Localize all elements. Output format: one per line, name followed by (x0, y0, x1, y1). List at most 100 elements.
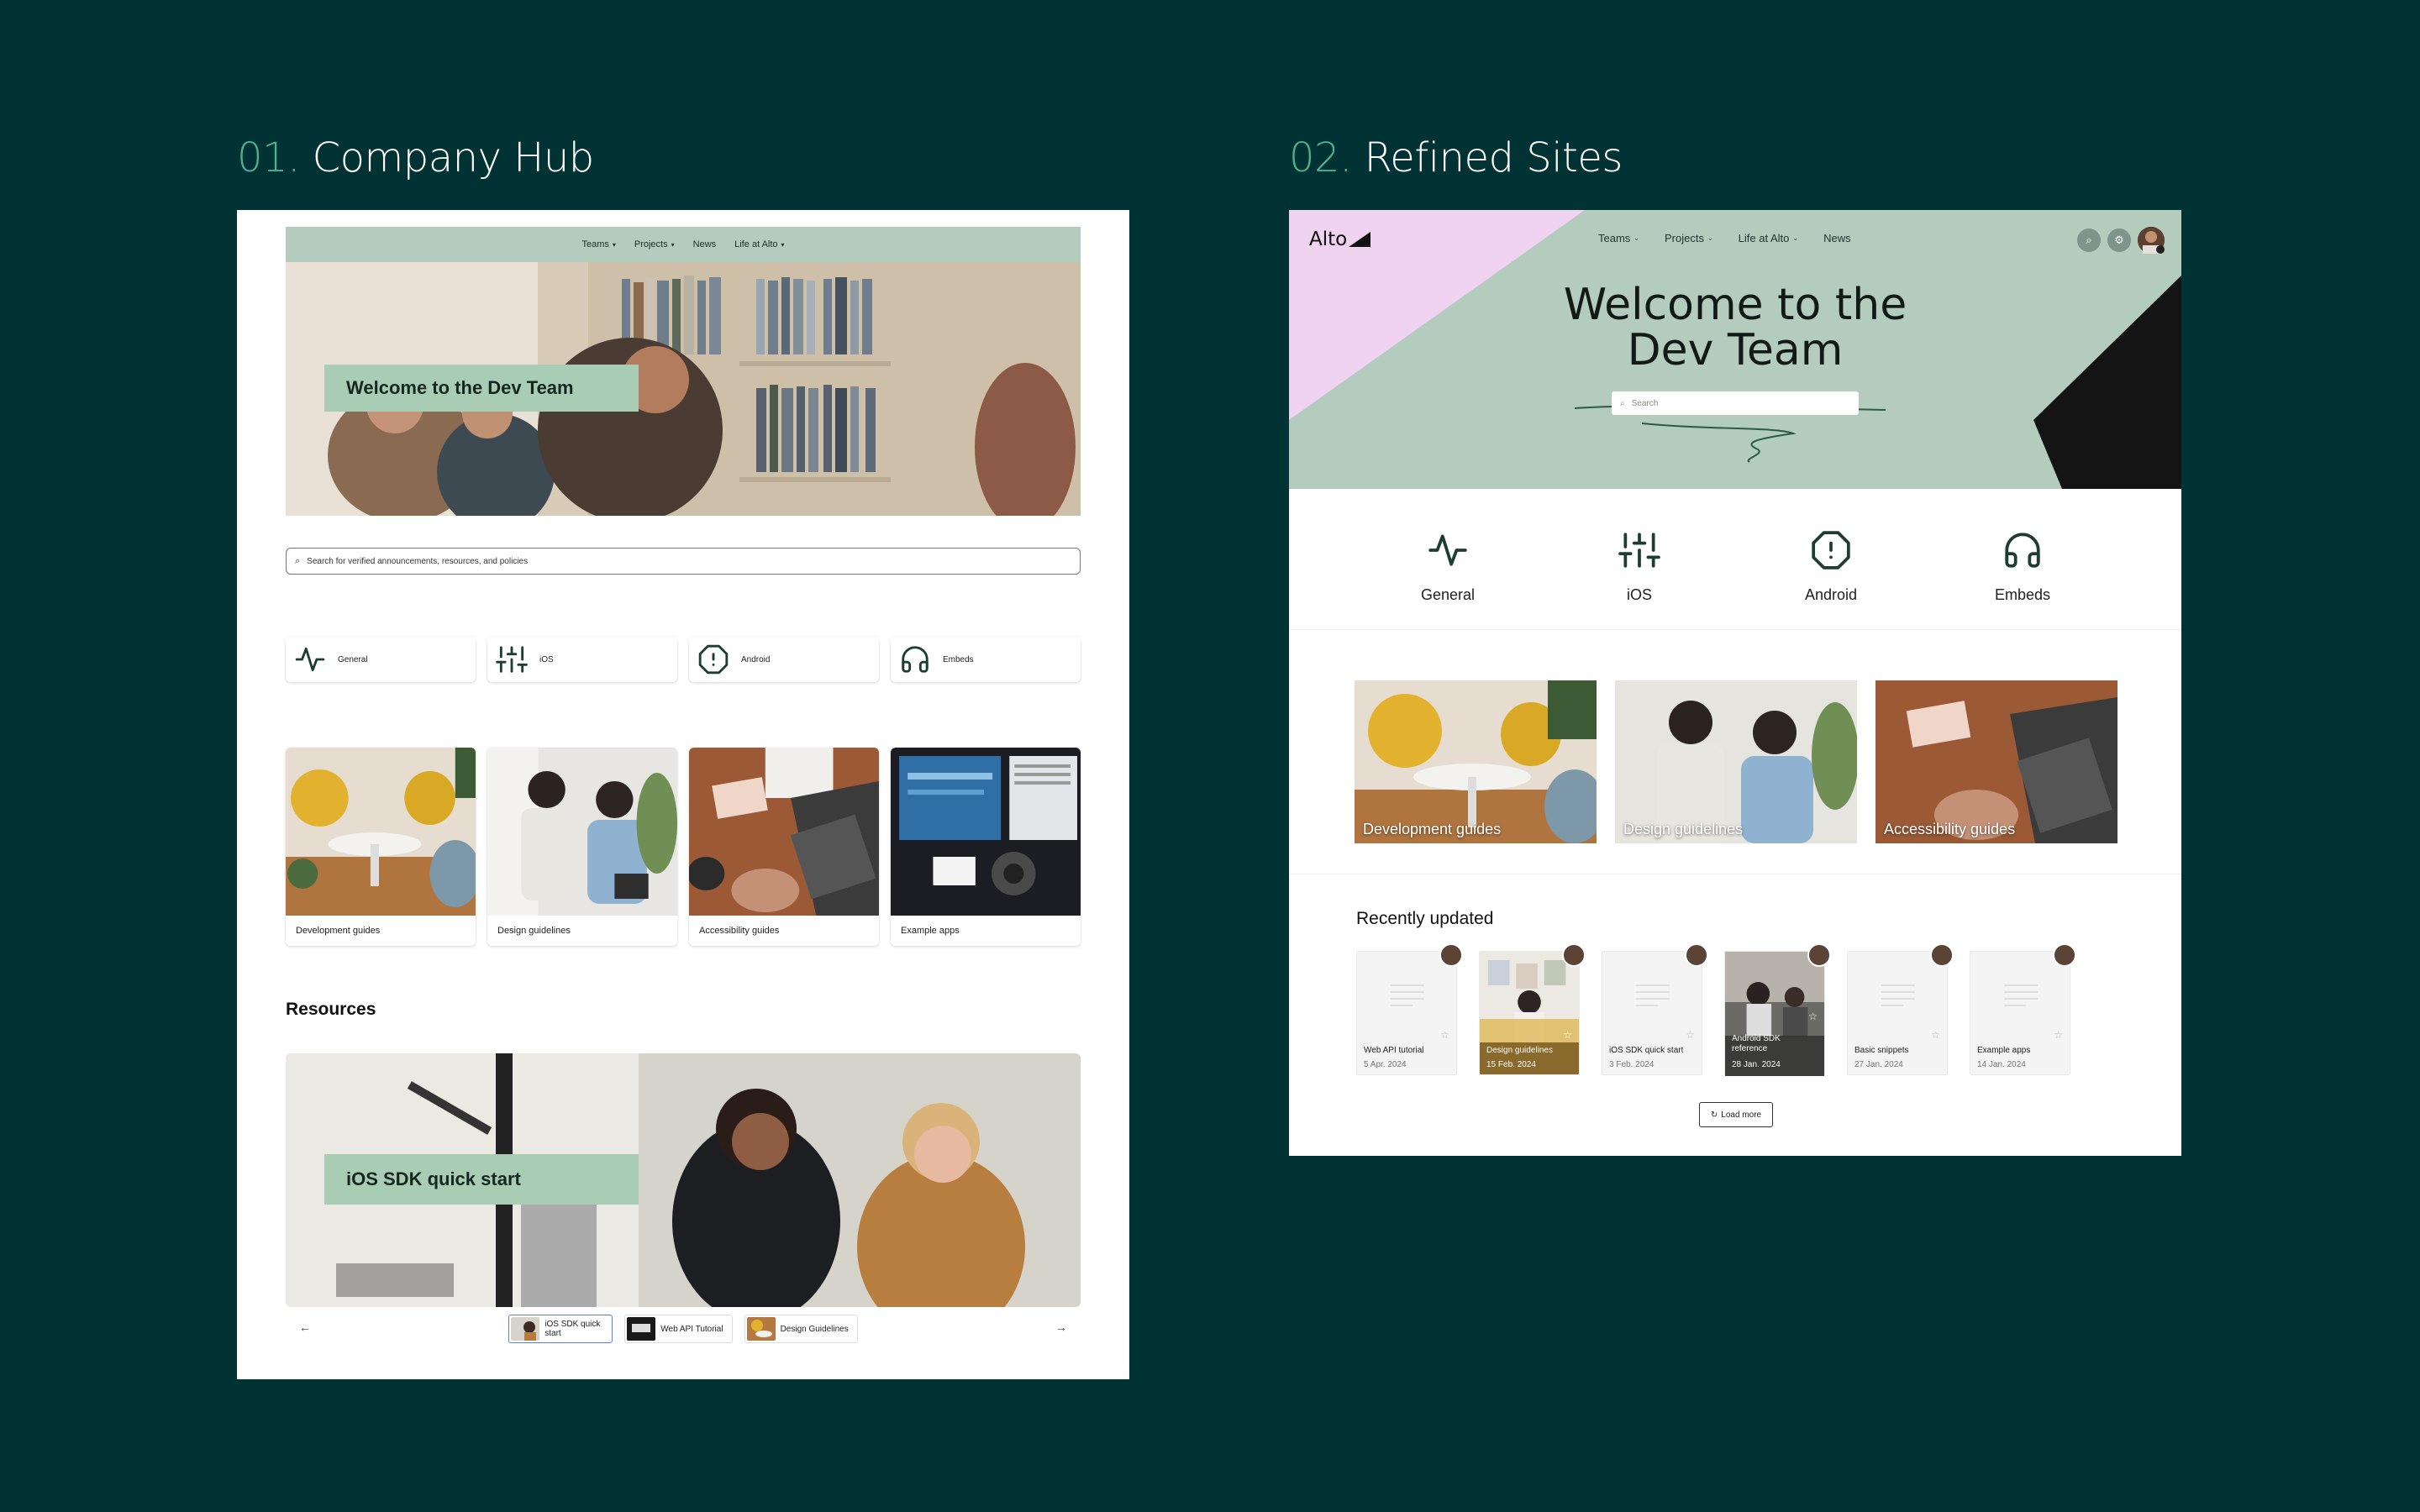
recent-card-android-sdk[interactable]: ☆ Android SDK reference 28 Jan. 2024 (1724, 943, 1831, 1076)
category-android[interactable]: Android (1781, 529, 1881, 629)
category-label: Android (741, 654, 771, 664)
guide-card-development[interactable]: Development guides (286, 748, 476, 946)
guide-image (487, 748, 677, 916)
category-ios[interactable]: iOS (1589, 529, 1690, 629)
star-icon[interactable]: ☆ (1808, 1011, 1818, 1022)
nav-item-life-at-alto[interactable]: Life at Alto ⌄ (1739, 232, 1798, 244)
chevron-down-icon: ▾ (671, 240, 675, 249)
section-title-company-hub: 01. Company Hub (237, 134, 594, 181)
hero-title: Welcome to the Dev Team (1289, 282, 2181, 373)
guide-label: Design guidelines (497, 926, 571, 936)
avatar (1930, 943, 1954, 967)
refresh-icon: ↻ (1710, 1110, 1718, 1120)
carousel-item-design-guidelines[interactable]: Design Guidelines (744, 1315, 858, 1343)
guide-card-design[interactable]: Design guidelines (1615, 680, 1857, 843)
nav-item-projects[interactable]: Projects ⌄ (1665, 232, 1713, 244)
top-nav: Teams ⌄ Projects ⌄ Life at Alto ⌄ News (1598, 232, 1851, 244)
recently-updated-heading: Recently updated (1356, 909, 1494, 928)
hero-image: Welcome to the Dev Team (286, 262, 1081, 516)
nav-item-news[interactable]: News (1823, 232, 1851, 244)
search-icon[interactable]: ⌕ (2077, 228, 2101, 252)
sliders-icon (1618, 533, 1660, 568)
recent-date: 27 Jan. 2024 (1854, 1060, 1903, 1069)
nav-label: News (692, 239, 717, 249)
document-icon (1636, 984, 1670, 1006)
nav-label: Teams (581, 239, 609, 249)
logo-text: Alto (1309, 228, 1348, 250)
star-icon[interactable]: ☆ (1563, 1029, 1572, 1041)
search-placeholder: Search (1631, 398, 1659, 408)
category-embeds[interactable]: Embeds (1972, 529, 2073, 629)
guide-card-example-apps[interactable]: Example apps (891, 748, 1081, 946)
guide-image (1615, 680, 1857, 843)
category-ios[interactable]: iOS (487, 637, 677, 682)
document-icon (1391, 984, 1424, 1006)
category-general[interactable]: General (1397, 529, 1498, 629)
category-label: Embeds (943, 654, 974, 664)
guide-label: Design guidelines (1623, 821, 1744, 837)
load-more-button[interactable]: ↻ Load more (1699, 1102, 1773, 1127)
alert-octagon-icon (1812, 531, 1850, 570)
nav-label: Life at Alto (1738, 232, 1790, 244)
category-android[interactable]: Android (689, 637, 879, 682)
section-name: Company Hub (312, 134, 595, 181)
nav-label: Projects (1665, 232, 1704, 244)
guide-card-design[interactable]: Design guidelines (487, 748, 677, 946)
refined-sites-mockup: Alto Teams ⌄ Projects ⌄ Life at Alto ⌄ News… (1289, 210, 2181, 1156)
hero-title: Welcome to the Dev Team (324, 365, 639, 412)
nav-item-news[interactable]: News (693, 239, 717, 249)
recent-title: Android SDK reference (1732, 1034, 1781, 1053)
recent-date: 3 Feb. 2024 (1609, 1060, 1655, 1069)
recent-card-example-apps[interactable]: ☆ Example apps 14 Jan. 2024 (1970, 943, 2076, 1075)
nav-item-life-at-alto[interactable]: Life at Alto ▾ (734, 239, 784, 249)
alto-logo[interactable]: Alto (1309, 228, 1371, 250)
category-list: General iOS Android Embeds (286, 637, 1081, 682)
avatar (1807, 943, 1831, 967)
category-embeds[interactable]: Embeds (891, 637, 1081, 682)
resource-hero-image[interactable]: iOS SDK quick start (286, 1053, 1081, 1307)
guide-cards: Development guides Design guidelines Acc… (1355, 680, 2118, 843)
avatar (1562, 943, 1586, 967)
recent-card-basic-snippets[interactable]: ☆ Basic snippets 27 Jan. 2024 (1847, 943, 1954, 1075)
recent-title: Design guidelines (1486, 1046, 1553, 1055)
guide-card-accessibility[interactable]: Accessibility guides (1876, 680, 2118, 843)
section-name: Refined Sites (1364, 134, 1623, 181)
recent-date: 28 Jan. 2024 (1732, 1060, 1781, 1069)
recent-list: ☆ Web API tutorial 5 Apr. 2024 ☆ Design … (1356, 943, 2076, 1076)
arrow-right-icon[interactable]: → (1055, 1320, 1067, 1334)
section-number: 01. (237, 134, 300, 181)
gear-icon[interactable]: ⚙ (2107, 228, 2131, 252)
recent-title: iOS SDK quick start (1609, 1046, 1684, 1055)
recent-date: 14 Jan. 2024 (1977, 1060, 2026, 1069)
nav-item-projects[interactable]: Projects ▾ (634, 239, 675, 249)
star-icon[interactable]: ☆ (1931, 1029, 1940, 1041)
avatar (2053, 943, 2076, 967)
guide-image (286, 748, 476, 916)
avatar[interactable] (2138, 227, 2165, 254)
star-icon[interactable]: ☆ (1686, 1029, 1695, 1041)
guide-card-development[interactable]: Development guides (1355, 680, 1597, 843)
search-input[interactable]: ⌕ Search (1612, 391, 1859, 415)
star-icon[interactable]: ☆ (2054, 1029, 2063, 1041)
arrow-left-icon[interactable]: ← (299, 1320, 311, 1334)
star-icon[interactable]: ☆ (1440, 1029, 1449, 1041)
chevron-down-icon: ⌄ (1792, 234, 1799, 242)
logo-mark (1349, 232, 1371, 247)
search-input[interactable]: ⌕ Search for verified announcements, res… (286, 548, 1081, 575)
carousel-item-web-api[interactable]: Web API Tutorial (624, 1315, 733, 1343)
recent-card-design-guidelines[interactable]: ☆ Design guidelines 15 Feb. 2024 (1479, 943, 1586, 1075)
headphones-icon (2005, 533, 2040, 568)
guide-card-accessibility[interactable]: Accessibility guides (689, 748, 879, 946)
recent-card-web-api[interactable]: ☆ Web API tutorial 5 Apr. 2024 (1356, 943, 1463, 1075)
recent-date: 5 Apr. 2024 (1364, 1060, 1407, 1069)
recent-card-ios-sdk[interactable]: ☆ iOS SDK quick start 3 Feb. 2024 (1602, 943, 1708, 1075)
nav-item-teams[interactable]: Teams ⌄ (1598, 232, 1639, 244)
category-label: iOS (1626, 586, 1652, 603)
carousel-item-ios-sdk[interactable]: iOS SDK quick start (508, 1315, 613, 1343)
category-general[interactable]: General (286, 637, 476, 682)
sliders-icon (496, 646, 528, 673)
hero-banner: Alto Teams ⌄ Projects ⌄ Life at Alto ⌄ News… (1289, 210, 2181, 489)
nav-label: News (1823, 232, 1851, 244)
nav-item-teams[interactable]: Teams ▾ (581, 239, 615, 249)
company-hub-mockup: Teams ▾ Projects ▾ News Life at Alto ▾ Welc… (237, 210, 1129, 1379)
